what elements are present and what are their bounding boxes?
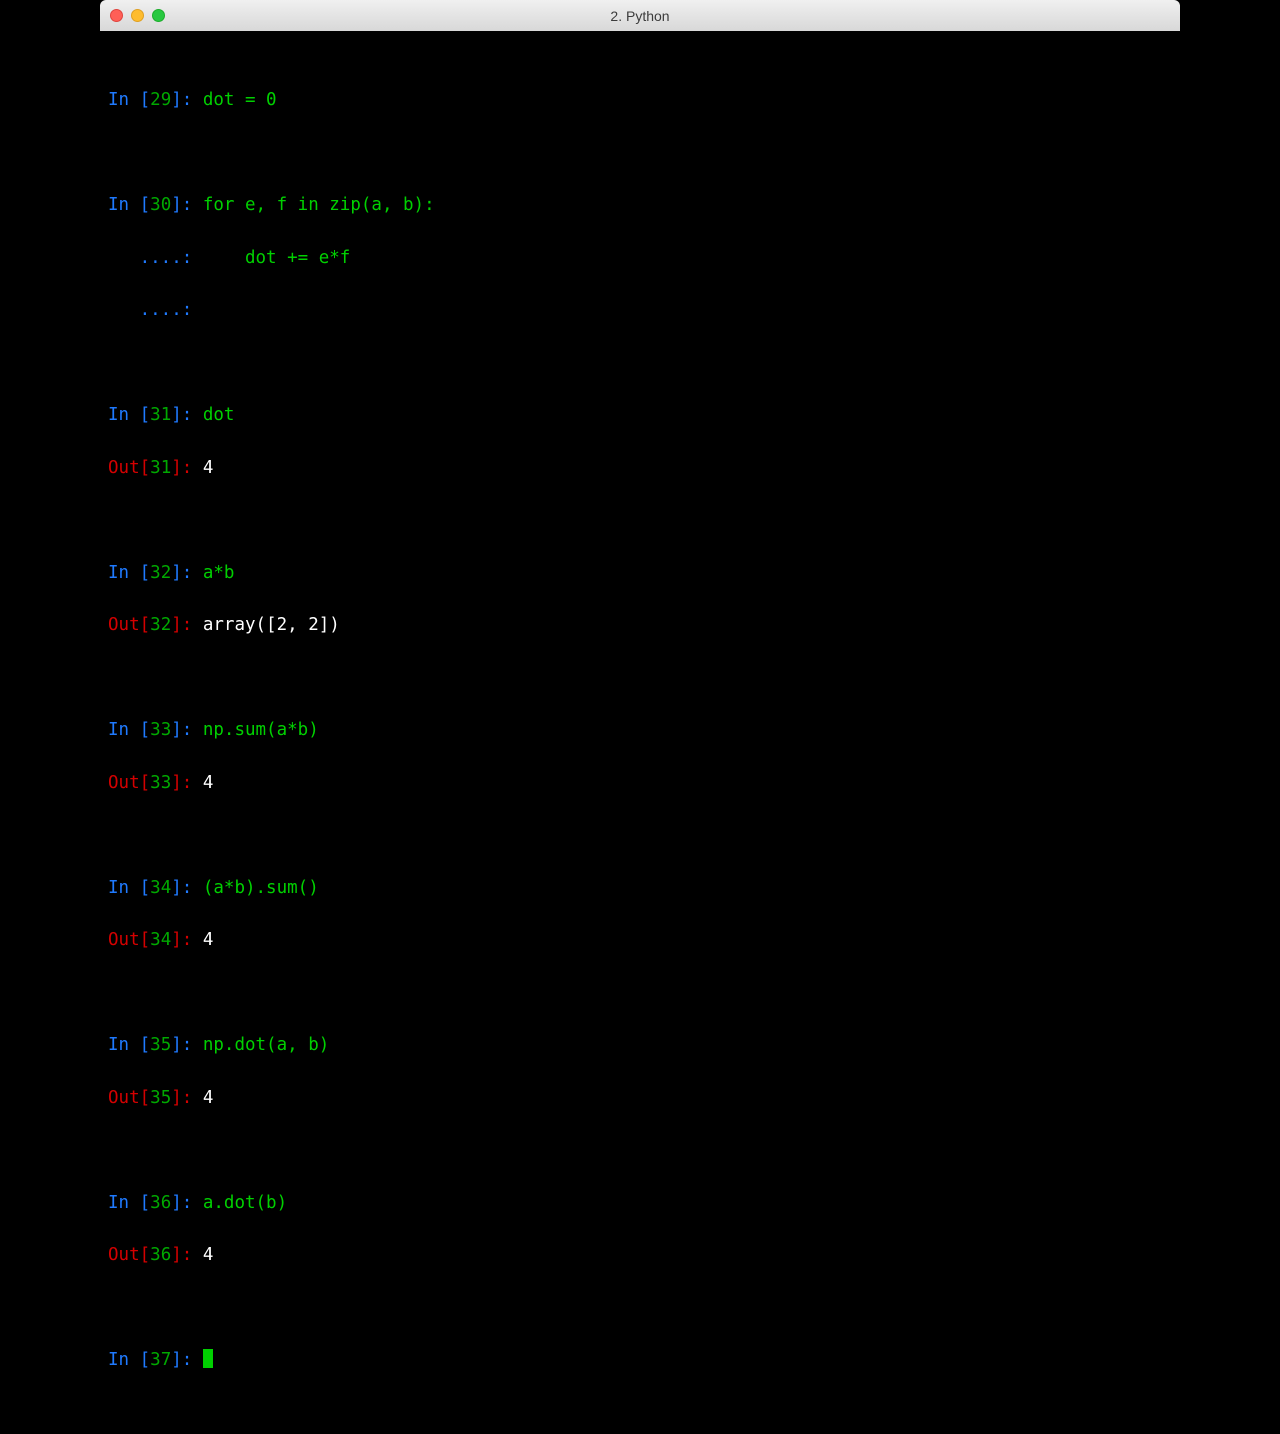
continuation-line: ....: <box>108 297 1172 323</box>
out-label: Out <box>108 1088 140 1108</box>
in-line: In [31]: dot <box>108 402 1172 428</box>
out-line: Out[31]: 4 <box>108 455 1172 481</box>
code-input: dot += e*f <box>203 248 351 268</box>
code-input: for e, f in zip(a, b): <box>203 195 435 215</box>
prompt-number: 34 <box>150 878 171 898</box>
in-label: In <box>108 195 140 215</box>
prompt-number: 30 <box>150 195 171 215</box>
out-label: Out <box>108 615 140 635</box>
out-line: Out[35]: 4 <box>108 1085 1172 1111</box>
out-line: Out[36]: 4 <box>108 1242 1172 1268</box>
output-value: 4 <box>203 930 214 950</box>
prompt-number: 32 <box>150 615 171 635</box>
terminal-body[interactable]: In [29]: dot = 0 In [30]: for e, f in zi… <box>100 31 1180 1434</box>
code-input: (a*b).sum() <box>203 878 319 898</box>
minimize-icon[interactable] <box>131 9 144 22</box>
in-label: In <box>108 563 140 583</box>
code-input: np.sum(a*b) <box>203 720 319 740</box>
out-label: Out <box>108 1245 140 1265</box>
output-value: 4 <box>203 1088 214 1108</box>
in-label: In <box>108 1350 140 1370</box>
code-input: a.dot(b) <box>203 1193 287 1213</box>
prompt-number: 32 <box>150 563 171 583</box>
output-value: array([2, 2]) <box>203 615 340 635</box>
in-line: In [34]: (a*b).sum() <box>108 875 1172 901</box>
prompt-number: 31 <box>150 405 171 425</box>
cursor-icon <box>203 1349 213 1368</box>
close-icon[interactable] <box>110 9 123 22</box>
in-line: In [29]: dot = 0 <box>108 87 1172 113</box>
in-label: In <box>108 720 140 740</box>
prompt-number: 36 <box>150 1193 171 1213</box>
prompt-number: 36 <box>150 1245 171 1265</box>
in-label: In <box>108 1193 140 1213</box>
in-label: In <box>108 1035 140 1055</box>
prompt-number: 35 <box>150 1035 171 1055</box>
continuation-prompt: ....: <box>108 300 203 320</box>
output-value: 4 <box>203 773 214 793</box>
out-line: Out[33]: 4 <box>108 770 1172 796</box>
terminal-window: 2. Python In [29]: dot = 0 In [30]: for … <box>100 0 1180 720</box>
in-line: In [35]: np.dot(a, b) <box>108 1032 1172 1058</box>
continuation-line: ....: dot += e*f <box>108 245 1172 271</box>
titlebar: 2. Python <box>100 0 1180 31</box>
prompt-number: 33 <box>150 720 171 740</box>
code-input: np.dot(a, b) <box>203 1035 329 1055</box>
code-input: a*b <box>203 563 235 583</box>
traffic-lights <box>110 9 165 22</box>
zoom-icon[interactable] <box>152 9 165 22</box>
in-label: In <box>108 90 140 110</box>
prompt-number: 29 <box>150 90 171 110</box>
out-label: Out <box>108 930 140 950</box>
out-label: Out <box>108 458 140 478</box>
code-input: dot = 0 <box>203 90 277 110</box>
continuation-prompt: ....: <box>108 248 203 268</box>
out-line: Out[34]: 4 <box>108 927 1172 953</box>
output-value: 4 <box>203 1245 214 1265</box>
in-line: In [32]: a*b <box>108 560 1172 586</box>
in-label: In <box>108 405 140 425</box>
out-label: Out <box>108 773 140 793</box>
prompt-number: 31 <box>150 458 171 478</box>
in-label: In <box>108 878 140 898</box>
prompt-number: 35 <box>150 1088 171 1108</box>
prompt-number: 34 <box>150 930 171 950</box>
code-input: dot <box>203 405 235 425</box>
in-line: In [30]: for e, f in zip(a, b): <box>108 192 1172 218</box>
in-line: In [36]: a.dot(b) <box>108 1190 1172 1216</box>
output-value: 4 <box>203 458 214 478</box>
prompt-number: 37 <box>150 1350 171 1370</box>
in-line: In [33]: np.sum(a*b) <box>108 717 1172 743</box>
in-line-active[interactable]: In [37]: <box>108 1347 1172 1373</box>
out-line: Out[32]: array([2, 2]) <box>108 612 1172 638</box>
prompt-number: 33 <box>150 773 171 793</box>
window-title: 2. Python <box>100 8 1180 24</box>
